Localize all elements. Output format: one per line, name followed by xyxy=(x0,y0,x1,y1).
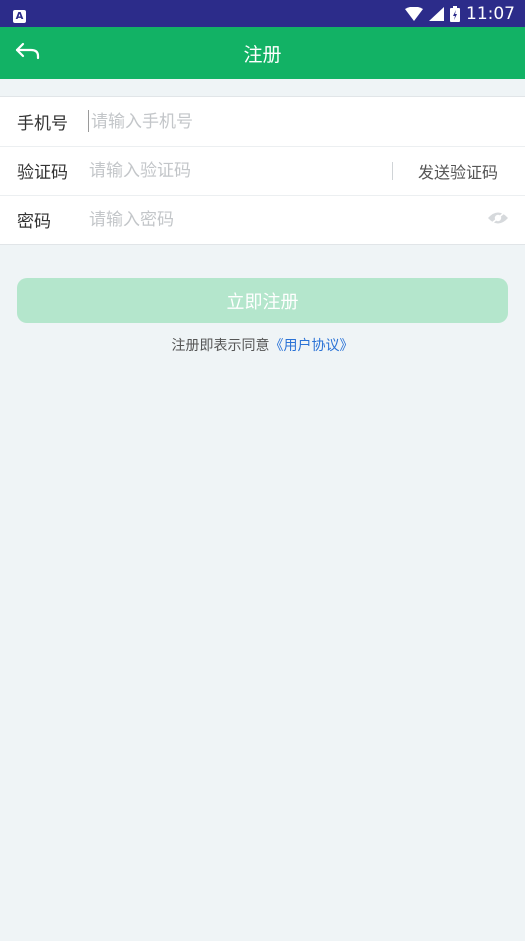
submit-wrap: 立即注册 xyxy=(0,245,525,323)
eye-icon xyxy=(487,210,509,229)
password-input[interactable] xyxy=(89,195,477,244)
agreement-prefix: 注册即表示同意 xyxy=(171,338,270,354)
code-row: 验证码 发送验证码 xyxy=(0,146,525,195)
phone-input[interactable] xyxy=(89,97,525,146)
status-left: A xyxy=(13,4,26,24)
phone-label: 手机号 xyxy=(17,114,68,134)
register-button[interactable]: 立即注册 xyxy=(17,278,508,323)
signal-icon xyxy=(429,6,444,21)
phone-row: 手机号 xyxy=(0,97,525,146)
notification-a-icon: A xyxy=(13,9,26,23)
status-right: 11:07 xyxy=(405,4,515,24)
back-button[interactable] xyxy=(10,35,46,71)
register-form: 手机号 验证码 发送验证码 密码 xyxy=(0,96,525,245)
text-cursor xyxy=(88,110,89,132)
wifi-icon xyxy=(405,6,423,21)
battery-icon xyxy=(450,5,460,22)
password-toggle-button[interactable] xyxy=(477,195,525,244)
send-code-button[interactable]: 发送验证码 xyxy=(391,146,525,195)
user-agreement-link[interactable]: 《用户协议》 xyxy=(270,338,354,354)
title-bar: 注册 xyxy=(0,27,525,79)
page-title: 注册 xyxy=(243,43,282,66)
agreement-text: 注册即表示同意《用户协议》 xyxy=(0,335,525,355)
password-row: 密码 xyxy=(0,195,525,244)
code-input[interactable] xyxy=(89,146,392,195)
code-label: 验证码 xyxy=(17,163,68,183)
password-label: 密码 xyxy=(17,212,51,232)
status-bar: A 11:07 xyxy=(0,0,525,27)
status-time: 11:07 xyxy=(466,3,515,24)
back-arrow-icon xyxy=(15,41,41,65)
